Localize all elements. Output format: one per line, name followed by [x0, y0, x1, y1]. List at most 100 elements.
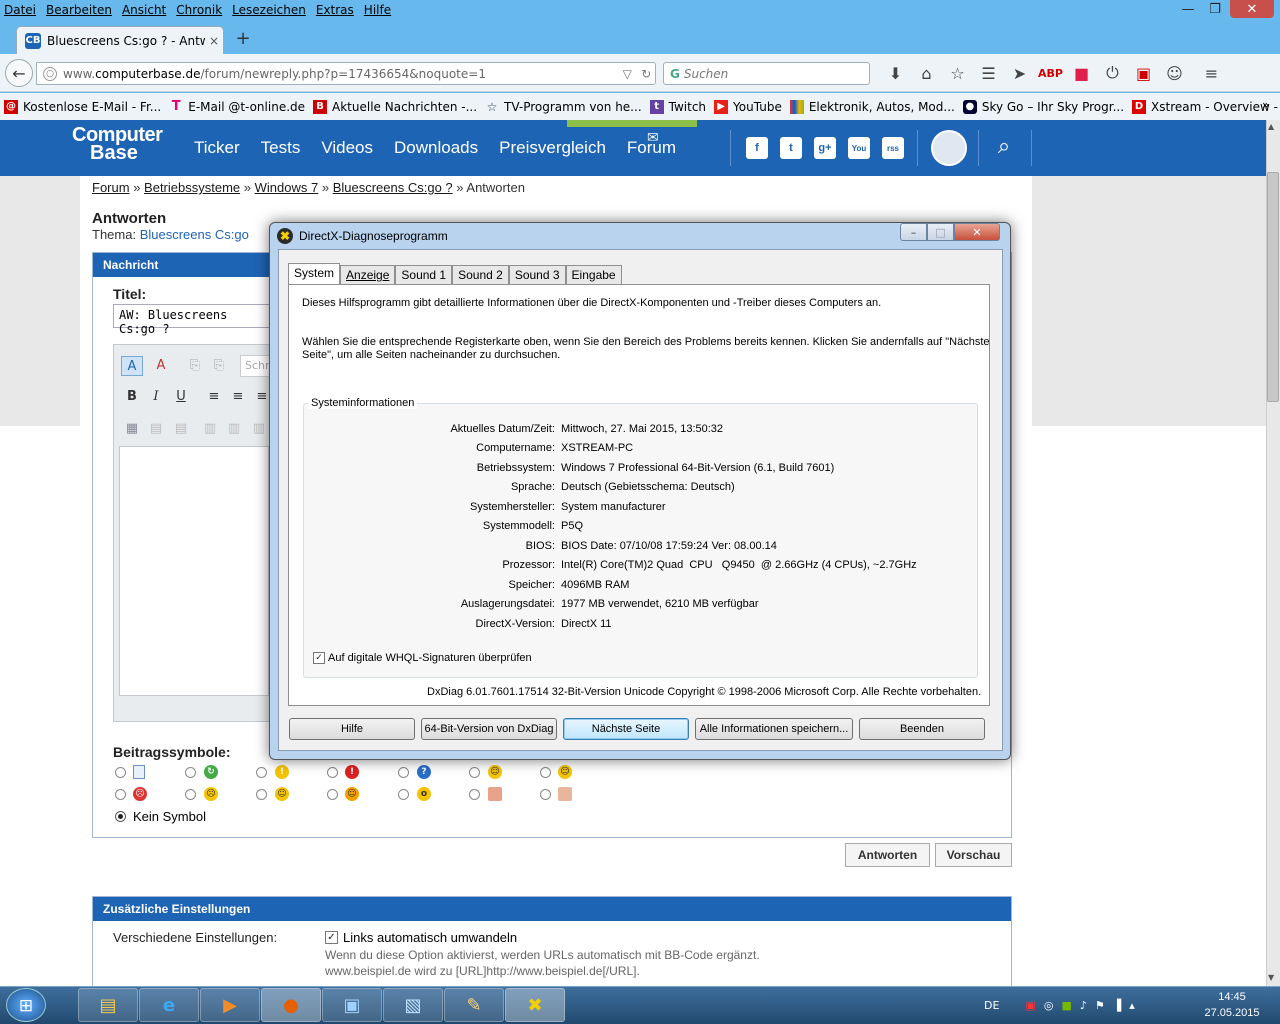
tab-system[interactable]: System	[288, 263, 341, 284]
nav-tests[interactable]: Tests	[261, 138, 301, 158]
post-icon-radio[interactable]	[540, 789, 551, 800]
taskbar-mediaplayer[interactable]: ▶	[200, 988, 260, 1022]
delete-row-icon[interactable]: ▤	[170, 419, 192, 439]
browser-tab[interactable]: CB Bluescreens Cs:go ? - Antw... ×	[16, 26, 224, 54]
merge-cells-icon[interactable]: ▥	[248, 419, 270, 439]
delete-col-icon[interactable]: ▥	[223, 419, 245, 439]
nav-videos[interactable]: Videos	[321, 138, 373, 158]
url-bar[interactable]: ○ www. computerbase.de/forum/newreply.php…	[36, 62, 656, 85]
help-button[interactable]: Hilfe	[289, 718, 415, 740]
align-left-icon[interactable]: ≡	[203, 387, 225, 407]
table-icon[interactable]: ▦	[121, 419, 143, 439]
post-icon-radio[interactable]	[256, 789, 267, 800]
tray-recorder-icon[interactable]: ◎	[1044, 999, 1054, 1012]
rss-icon[interactable]: rss	[882, 137, 904, 159]
new-tab-button[interactable]: +	[232, 28, 254, 50]
breadcrumb-windows7[interactable]: Windows 7	[255, 180, 319, 195]
topic-link[interactable]: Bluescreens Cs:go	[140, 227, 249, 242]
scroll-down-icon[interactable]: ▼	[1268, 973, 1274, 982]
italic-icon[interactable]: I	[145, 387, 167, 407]
exit-button[interactable]: Beenden	[859, 718, 985, 740]
action-center-flag-icon[interactable]: ⚑	[1095, 999, 1105, 1012]
bookmark-item[interactable]: @ Kostenlose E-Mail - Fr...	[4, 99, 161, 114]
reload-icon[interactable]: ↻	[641, 67, 651, 81]
post-icon-radio[interactable]	[185, 767, 196, 778]
tab-sound1[interactable]: Sound 1	[395, 265, 453, 284]
submit-reply-button[interactable]: Antworten	[845, 843, 930, 867]
tray-nvidia-icon[interactable]: ■	[1061, 999, 1071, 1012]
menu-lesezeichen[interactable]: Lesezeichen	[232, 3, 306, 17]
64bit-dxdiag-button[interactable]: 64-Bit-Version von DxDiag	[421, 718, 557, 740]
menu-datei[interactable]: Datei	[4, 3, 36, 17]
minimize-button[interactable]: —	[1176, 0, 1200, 18]
reading-list-icon[interactable]: ☰	[973, 64, 1004, 83]
font-select[interactable]: Schr	[240, 355, 270, 377]
bookmark-item[interactable]: B Aktuelle Nachrichten -...	[313, 99, 477, 114]
post-icon-radio[interactable]	[540, 767, 551, 778]
tab-sound2[interactable]: Sound 2	[452, 265, 509, 284]
network-icon[interactable]: ▐	[1113, 999, 1121, 1012]
taskbar-ie[interactable]: e	[139, 988, 199, 1022]
post-icon-radio[interactable]	[398, 767, 409, 778]
taskbar-dxdiag[interactable]: ✖	[505, 988, 565, 1022]
volume-icon[interactable]: ♪	[1080, 999, 1087, 1012]
menu-chronik[interactable]: Chronik	[176, 3, 222, 17]
show-hidden-icons[interactable]: ▴	[1129, 999, 1135, 1012]
home-icon[interactable]: ⌂	[911, 64, 942, 83]
next-page-button[interactable]: Nächste Seite	[563, 718, 689, 740]
tab-eingabe[interactable]: Eingabe	[565, 265, 622, 284]
tab-anzeige[interactable]: Anzeige	[340, 265, 396, 284]
underline-icon[interactable]: U	[170, 387, 192, 407]
bold-icon[interactable]: B	[121, 387, 143, 407]
dxdiag-titlebar[interactable]: ✖ DirectX-Diagnoseprogramm	[273, 226, 1007, 246]
menu-hamburger-icon[interactable]: ≡	[1196, 64, 1227, 83]
paste-text-icon[interactable]: ⎘	[208, 356, 230, 376]
bookmark-item[interactable]: t Twitch	[649, 99, 706, 114]
bookmark-star-icon[interactable]: ☆	[942, 64, 973, 83]
language-indicator[interactable]: DE	[984, 999, 999, 1012]
adblock-icon[interactable]: ABP	[1035, 67, 1066, 80]
download-icon[interactable]: ⬇	[880, 64, 911, 83]
auto-links-option[interactable]: ✓ Links automatisch umwandeln	[325, 930, 517, 945]
back-button[interactable]: ←	[5, 59, 33, 87]
save-all-info-button[interactable]: Alle Informationen speichern...	[695, 718, 853, 740]
nav-ticker[interactable]: Ticker	[194, 138, 240, 158]
menu-hilfe[interactable]: Hilfe	[364, 3, 391, 17]
insert-row-icon[interactable]: ▤	[145, 419, 167, 439]
paste-icon[interactable]: ⎘	[184, 356, 206, 376]
dropdown-arrow-icon[interactable]: ▽	[623, 67, 632, 81]
taskbar-explorer[interactable]: ▤	[78, 988, 138, 1022]
taskbar-notepad[interactable]: ▧	[383, 988, 443, 1022]
taskbar-computer[interactable]: ▣	[322, 988, 382, 1022]
google-plus-icon[interactable]: g+	[814, 137, 836, 159]
post-icon-radio[interactable]	[185, 789, 196, 800]
post-icon-radio[interactable]	[115, 767, 126, 778]
tray-red-icon[interactable]: ▣	[1025, 999, 1035, 1012]
close-window-button[interactable]: ✕	[1230, 0, 1274, 18]
scroll-up-icon[interactable]: ▲	[1268, 122, 1274, 131]
menu-bearbeiten[interactable]: Bearbeiten	[46, 3, 112, 17]
title-input[interactable]: AW: Bluescreens Cs:go ?	[113, 304, 273, 336]
bookmark-item[interactable]: Elektronik, Autos, Mod...	[789, 99, 955, 114]
menu-extras[interactable]: Extras	[316, 3, 354, 17]
tab-sound3[interactable]: Sound 3	[508, 265, 566, 284]
site-search-icon[interactable]: ⌕	[990, 134, 1018, 162]
menu-ansicht[interactable]: Ansicht	[122, 3, 166, 17]
post-icon-radio[interactable]	[327, 789, 338, 800]
dx-close-button[interactable]: ✕	[954, 223, 1000, 241]
insert-col-icon[interactable]: ▥	[199, 419, 221, 439]
bookmark-item[interactable]: ▶ YouTube	[714, 99, 782, 114]
scrollbar-thumb[interactable]	[1267, 172, 1279, 402]
post-icon-radio[interactable]	[469, 789, 480, 800]
auto-links-checkbox[interactable]: ✓	[325, 931, 338, 944]
nav-downloads[interactable]: Downloads	[394, 138, 478, 158]
send-icon[interactable]: ➤	[1004, 64, 1035, 83]
nav-preisvergleich[interactable]: Preisvergleich	[499, 138, 606, 158]
bookmark-item[interactable]: ● Sky Go – Ihr Sky Progr...	[962, 99, 1124, 114]
font-color-icon[interactable]: A	[150, 356, 172, 376]
post-icon-radio[interactable]	[115, 789, 126, 800]
post-icon-radio[interactable]	[398, 789, 409, 800]
taskbar-firefox[interactable]: ●	[261, 988, 321, 1022]
breadcrumb-forum[interactable]: Forum	[92, 180, 130, 195]
twitter-icon[interactable]: t	[780, 137, 802, 159]
